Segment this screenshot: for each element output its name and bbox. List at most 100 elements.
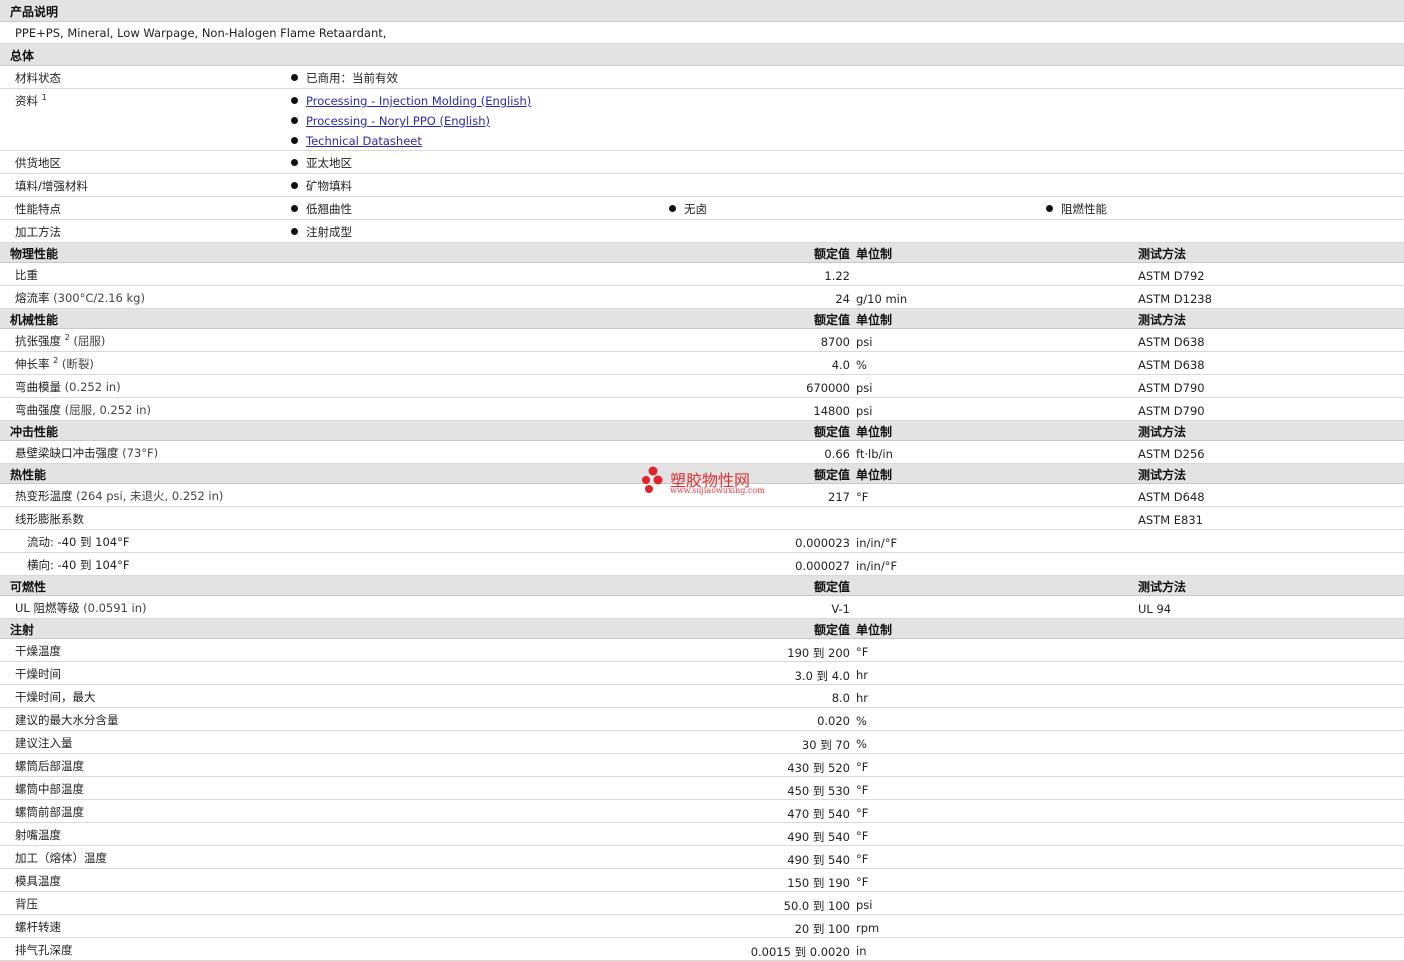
property-label: 排气孔深度 bbox=[15, 942, 73, 958]
bullet-item: 亚太地区 bbox=[291, 155, 352, 171]
property-condition: (0.252 in) bbox=[64, 380, 121, 394]
column-unit: 单位制 bbox=[856, 247, 893, 261]
bullet-icon bbox=[291, 182, 298, 189]
section-header-impact: 冲击性能 额定值 单位制 测试方法 bbox=[0, 421, 1404, 441]
property-name: 悬壁梁缺口冲击强度 bbox=[15, 446, 119, 460]
property-condition: (断裂) bbox=[61, 357, 94, 371]
nominal-value: 0.0015 到 0.0020 bbox=[750, 945, 850, 959]
unit-value: °F bbox=[856, 852, 869, 866]
unit-value: °F bbox=[856, 829, 869, 843]
column-unit: 单位制 bbox=[856, 313, 893, 327]
document-link[interactable]: Processing - Noryl PPO (English) bbox=[306, 114, 490, 128]
property-name: 干燥温度 bbox=[15, 644, 61, 658]
row-label: 材料状态 bbox=[15, 71, 61, 85]
property-row: 加工（熔体）温度 490 到 540 °F bbox=[0, 846, 1404, 869]
property-row: 热变形温度 (264 psi, 未退火, 0.252 in) 217 °F ASTM … bbox=[0, 484, 1404, 507]
test-method: ASTM D1238 bbox=[1138, 292, 1212, 306]
nominal-value: 24 bbox=[835, 292, 850, 306]
unit-value: °F bbox=[856, 645, 869, 659]
general-row: 材料状态 已商用：当前有效 bbox=[0, 66, 1404, 89]
property-row: 熔流率 (300°C/2.16 kg) 24 g/10 min ASTM D1238 bbox=[0, 286, 1404, 309]
property-row: 排气孔深度 0.0015 到 0.0020 in bbox=[0, 938, 1404, 961]
property-row: 螺筒中部温度 450 到 530 °F bbox=[0, 777, 1404, 800]
property-label: 背压 bbox=[15, 896, 38, 912]
property-row: UL 阻燃等级 (0.0591 in) V-1 UL 94 bbox=[0, 596, 1404, 619]
row-label: 性能特点 bbox=[15, 202, 61, 216]
bullet-text: 阻燃性能 bbox=[1061, 202, 1107, 216]
general-row: 供货地区 亚太地区 bbox=[0, 151, 1404, 174]
property-row: 干燥温度 190 到 200 °F bbox=[0, 639, 1404, 662]
column-test: 测试方法 bbox=[1138, 425, 1187, 439]
unit-value: % bbox=[856, 737, 867, 751]
unit-value: % bbox=[856, 714, 867, 728]
property-name: 螺筒中部温度 bbox=[15, 782, 84, 796]
nominal-value: 490 到 540 bbox=[787, 853, 850, 867]
general-row: 填料/增强材料 矿物填料 bbox=[0, 174, 1404, 197]
document-link[interactable]: Technical Datasheet bbox=[306, 134, 422, 148]
property-name: 线形膨胀系数 bbox=[15, 512, 84, 526]
property-name: 弯曲模量 bbox=[15, 380, 61, 394]
nominal-value: 190 到 200 bbox=[787, 646, 850, 660]
section-header-physical: 物理性能 额定值 单位制 测试方法 bbox=[0, 243, 1404, 263]
bullet-icon bbox=[291, 159, 298, 166]
property-label: 螺杆转速 bbox=[15, 919, 61, 935]
column-test: 测试方法 bbox=[1138, 580, 1187, 594]
nominal-value: 1.22 bbox=[824, 269, 850, 283]
bullet-item: 矿物填料 bbox=[291, 178, 352, 194]
property-name: 比重 bbox=[15, 268, 38, 282]
row-label-text: 资料 bbox=[15, 94, 38, 108]
property-condition: (0.0591 in) bbox=[83, 601, 147, 615]
property-row: 弯曲强度 (屈服, 0.252 in) 14800 psi ASTM D790 bbox=[0, 398, 1404, 421]
property-name: 干燥时间，最大 bbox=[15, 690, 96, 704]
property-label: 流动: -40 到 104°F bbox=[27, 534, 129, 550]
section-header-injection: 注射 额定值 单位制 bbox=[0, 619, 1404, 639]
nominal-value: 14800 bbox=[813, 404, 850, 418]
document-link[interactable]: Processing - Injection Molding (English) bbox=[306, 94, 531, 108]
row-label: 填料/增强材料 bbox=[15, 179, 88, 193]
section-title: 物理性能 bbox=[10, 247, 59, 261]
bullet-item: Processing - Injection Molding (English) bbox=[291, 94, 531, 108]
property-name: 模具温度 bbox=[15, 874, 61, 888]
section-header-flammability: 可燃性 额定值 测试方法 bbox=[0, 576, 1404, 596]
nominal-value: 0.66 bbox=[824, 447, 850, 461]
section-header-thermal: 热性能 额定值 单位制 测试方法 bbox=[0, 464, 1404, 484]
test-method: ASTM D790 bbox=[1138, 381, 1205, 395]
unit-value: °F bbox=[856, 760, 869, 774]
section-title: 可燃性 bbox=[10, 580, 47, 594]
property-row: 干燥时间 3.0 到 4.0 hr bbox=[0, 662, 1404, 685]
test-method: ASTM D792 bbox=[1138, 269, 1205, 283]
general-row: 资料 1 Processing - Injection Molding (Engl… bbox=[0, 89, 1404, 151]
property-name: 螺筒前部温度 bbox=[15, 805, 84, 819]
bullet-text: 亚太地区 bbox=[306, 156, 352, 170]
property-row: 螺筒后部温度 430 到 520 °F bbox=[0, 754, 1404, 777]
test-method: ASTM D790 bbox=[1138, 404, 1205, 418]
column-nominal: 额定值 bbox=[813, 313, 850, 327]
section-title: 热性能 bbox=[10, 468, 47, 482]
description-row: PPE+PS, Mineral, Low Warpage, Non-Haloge… bbox=[0, 22, 1404, 44]
property-condition: (73°F) bbox=[122, 446, 159, 460]
property-name: 热变形温度 bbox=[15, 489, 73, 503]
property-name: 建议注入量 bbox=[15, 736, 73, 750]
property-row: 建议注入量 30 到 70% bbox=[0, 731, 1404, 754]
unit-value: in/in/°F bbox=[856, 559, 898, 573]
general-row: 性能特点 低翘曲性 无卤 阻燃性能 bbox=[0, 197, 1404, 220]
footnote-marker: 2 bbox=[53, 356, 59, 365]
row-label: 供货地区 bbox=[15, 156, 61, 170]
column-unit: 单位制 bbox=[856, 425, 893, 439]
bullet-icon bbox=[291, 97, 298, 104]
column-unit: 单位制 bbox=[856, 468, 893, 482]
unit-value: g/10 min bbox=[856, 292, 908, 306]
property-row: 流动: -40 到 104°F 0.000023 in/in/°F bbox=[0, 530, 1404, 553]
property-name: 加工（熔体）温度 bbox=[15, 851, 107, 865]
unit-value: °F bbox=[856, 875, 869, 889]
test-method: ASTM D638 bbox=[1138, 358, 1205, 372]
property-label: 建议注入量 bbox=[15, 735, 73, 751]
property-name: 螺杆转速 bbox=[15, 920, 61, 934]
unit-value: hr bbox=[856, 691, 869, 705]
bullet-text: 已商用：当前有效 bbox=[306, 71, 398, 85]
test-method: ASTM E831 bbox=[1138, 513, 1203, 527]
property-name: 干燥时间 bbox=[15, 667, 61, 681]
test-method: ASTM D638 bbox=[1138, 335, 1205, 349]
unit-value: in/in/°F bbox=[856, 536, 898, 550]
property-name: 背压 bbox=[15, 897, 38, 911]
